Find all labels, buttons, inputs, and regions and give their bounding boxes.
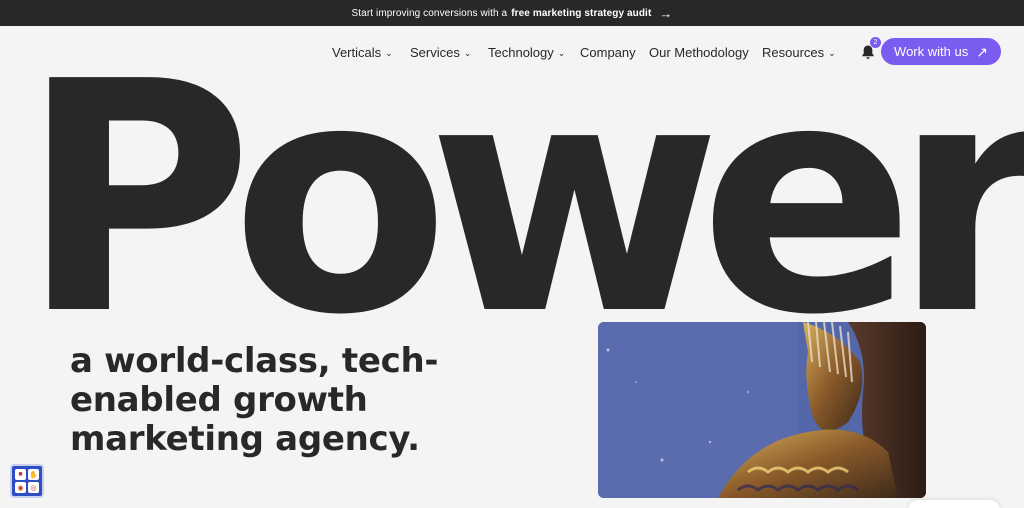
speech-bubble-icon: ■	[15, 469, 26, 480]
chat-launcher[interactable]	[908, 500, 1000, 508]
hand-icon: ✋	[28, 469, 39, 480]
hero-photo-illustration	[598, 322, 926, 498]
hero-tagline: a world-class, tech-enabled growth marke…	[70, 341, 439, 459]
hero-image	[598, 322, 926, 498]
lightbulb-icon: ◉	[15, 482, 26, 493]
hero-headline: Power	[20, 14, 1024, 384]
eye-icon: ◎	[28, 482, 39, 493]
accessibility-widget-button[interactable]: ■ ✋ ◉ ◎	[10, 464, 44, 498]
